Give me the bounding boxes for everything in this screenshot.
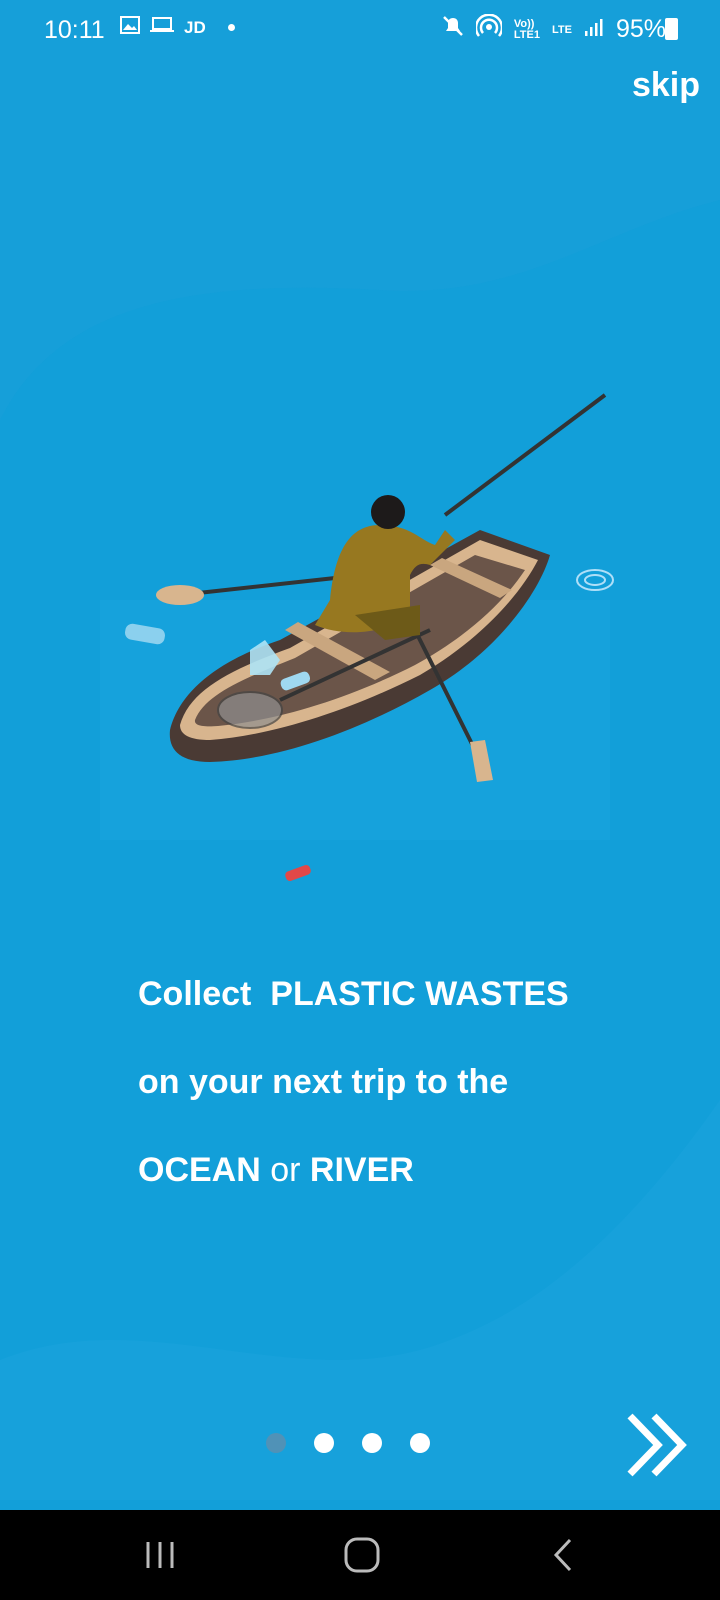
battery-icon (665, 18, 678, 40)
headline-ocean: OCEAN (138, 1151, 261, 1189)
headline-emphasis-plastic: PLASTIC WASTES (270, 975, 569, 1013)
home-button[interactable] (332, 1532, 392, 1578)
image-icon (120, 16, 140, 39)
laptop-icon (150, 16, 174, 39)
mute-icon (442, 15, 464, 44)
notification-dot-icon (227, 24, 235, 31)
status-bar: 10:11 JD Vo)) LTE1 LTE 95% (0, 0, 720, 60)
home-icon (344, 1537, 380, 1573)
system-nav-bar (0, 1510, 720, 1600)
recent-apps-icon (146, 1542, 174, 1568)
recent-apps-button[interactable] (132, 1532, 192, 1578)
fisherman-boat-illustration (100, 390, 620, 910)
page-indicator (266, 1433, 430, 1453)
skip-button[interactable]: skip (632, 66, 700, 105)
carrier-text: JD (184, 17, 206, 37)
lte-icon: LTE (551, 23, 572, 36)
page-dot-1[interactable] (266, 1433, 286, 1453)
next-button[interactable] (624, 1410, 694, 1480)
volte-icon: Vo)) LTE1 (513, 17, 540, 41)
double-chevron-right-icon (627, 1413, 687, 1477)
headline-or: or (260, 1151, 310, 1189)
status-left-icons: JD (120, 16, 235, 39)
battery-percent: 95% (615, 15, 666, 43)
headline-river: RIVER (309, 1151, 414, 1189)
headline-prefix: Collect (138, 975, 261, 1013)
headline-line-3: OCEAN or RIVER (138, 1126, 698, 1214)
status-time: 10:11 (44, 16, 105, 44)
headline-line-2: on your next trip to the (138, 1063, 509, 1101)
back-button[interactable] (534, 1532, 594, 1578)
hotspot-icon (474, 13, 504, 45)
status-right-icons: Vo)) LTE1 LTE 95% (442, 13, 666, 45)
page-dot-3[interactable] (362, 1433, 382, 1453)
page-dot-4[interactable] (410, 1433, 430, 1453)
signal-icon (584, 15, 604, 44)
onboarding-headline: Collect PLASTIC WASTES on your next trip… (138, 950, 698, 1214)
headline-line-1: Collect PLASTIC WASTES (138, 950, 698, 1038)
page-dot-2[interactable] (314, 1433, 334, 1453)
back-icon (553, 1538, 572, 1572)
